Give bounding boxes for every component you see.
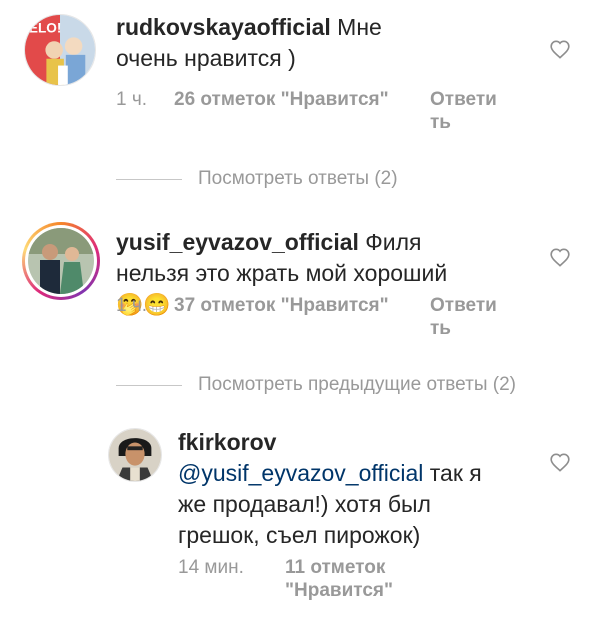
like-heart-icon[interactable] [549,452,571,472]
avatar-image [28,228,94,294]
likes-label: "Нравится" [285,580,393,601]
reply-comment-text: fkirkorov @yusif_eyvazov_official так я … [178,427,508,551]
comment-likes[interactable]: 26 отметок "Нравится" [174,88,389,111]
view-previous-replies-link[interactable]: Посмотреть предыдущие ответы (2) [116,374,516,396]
reply-button[interactable]: Ответить [430,88,500,134]
likes-count: 11 отметок [285,557,386,578]
comment-likes[interactable]: 11 отметок "Нравится" [285,556,405,602]
divider-line [116,178,182,180]
comment-text: rudkovskayaofficial Мне очень нравится ) [116,12,436,74]
view-replies-link[interactable]: Посмотреть ответы (2) [116,168,398,190]
comment-likes[interactable]: 37 отметок "Нравится" [174,294,389,317]
avatar-rudkovskaya[interactable]: ELO! [24,14,96,86]
reply-button[interactable]: Ответить [430,294,500,340]
like-heart-icon[interactable] [549,247,571,267]
comment-time: 1 ч. [116,295,148,316]
avatar-yusif [28,228,94,294]
mention-link[interactable]: @yusif_eyvazov_official [178,460,423,486]
avatar-fkirkorov[interactable] [108,428,162,482]
like-heart-icon[interactable] [549,39,571,59]
comment-time: 14 мин. [178,557,244,578]
comment-time: 1 ч. [116,89,148,110]
avatar-image [109,429,161,481]
avatar-story-ring[interactable] [22,222,100,300]
comment-username[interactable]: rudkovskayaofficial [116,14,331,40]
comment-username[interactable]: yusif_eyvazov_official [116,229,359,255]
svg-text:ELO!: ELO! [29,21,62,36]
avatar-image: ELO! [25,15,95,85]
comment-username[interactable]: fkirkorov [178,429,276,455]
view-replies-label: Посмотреть ответы (2) [198,168,398,189]
divider-line [116,384,182,386]
view-replies-label: Посмотреть предыдущие ответы (2) [198,374,516,395]
